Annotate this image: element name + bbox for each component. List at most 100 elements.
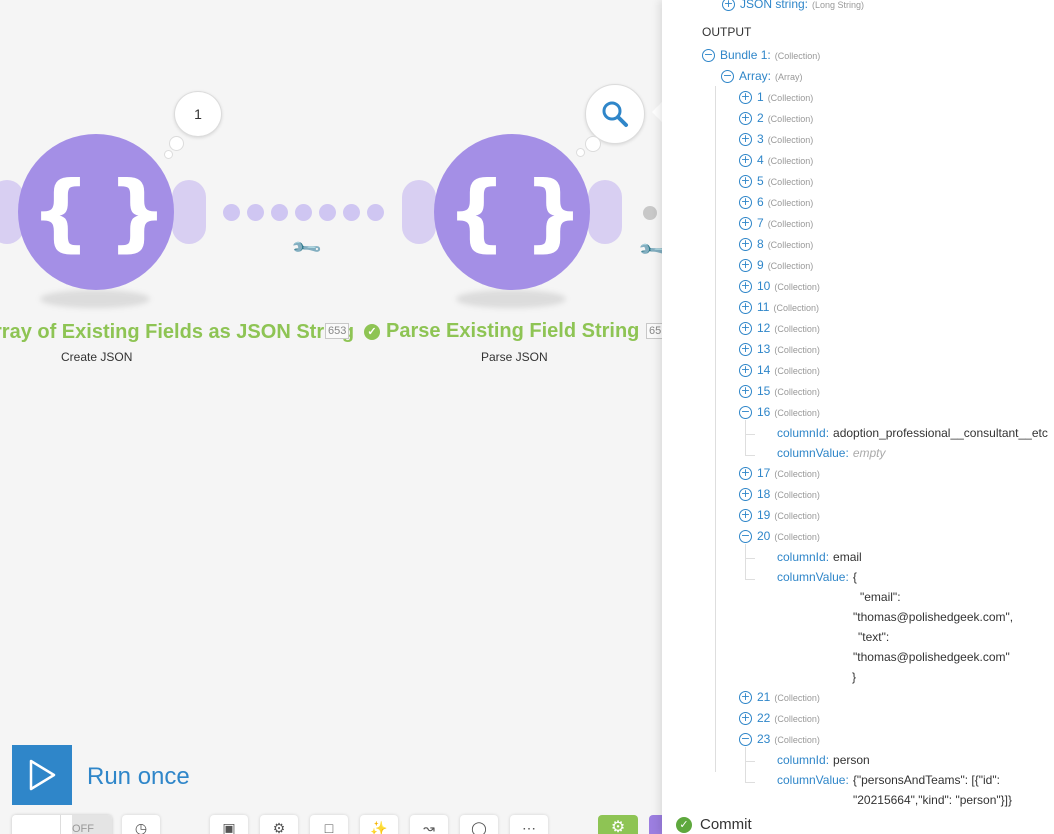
array-item-expanded[interactable]: −20 (Collection) xyxy=(739,529,820,544)
module-2-title-text: Parse Existing Field String xyxy=(386,320,640,342)
array-item[interactable]: +7 (Collection) xyxy=(739,216,813,231)
array-item[interactable]: +5 (Collection) xyxy=(739,174,813,189)
expand-icon: + xyxy=(739,132,752,147)
expand-icon: + xyxy=(739,258,752,273)
output-inspector-panel[interactable]: + JSON string: (Long String) OUTPUT − Bundl… xyxy=(662,0,1054,834)
flow-icon[interactable]: ↝ xyxy=(410,815,448,834)
column-value-row[interactable]: columnValue: empty xyxy=(777,446,886,460)
array-item[interactable]: +13 (Collection) xyxy=(739,342,820,357)
array-row[interactable]: − Array: (Array) xyxy=(721,69,803,84)
column-id-row[interactable]: columnId: email xyxy=(777,550,862,564)
json-value-line: "text": xyxy=(858,630,890,644)
input-json-string-row[interactable]: + JSON string: (Long String) xyxy=(722,0,864,12)
array-item[interactable]: +15 (Collection) xyxy=(739,384,820,399)
auto-align-icon[interactable]: ✨ xyxy=(360,815,398,834)
success-check-icon: ✓ xyxy=(364,323,380,340)
bubble-tail-large xyxy=(169,136,184,151)
array-item[interactable]: +4 (Collection) xyxy=(739,153,813,168)
column-value-row[interactable]: columnValue:{ xyxy=(777,570,857,584)
array-item[interactable]: +1 (Collection) xyxy=(739,90,813,105)
tools-gear-icon[interactable]: ⚙ xyxy=(598,815,638,834)
gear-icon[interactable]: ⚙ xyxy=(260,815,298,834)
help-icon[interactable]: ◯ xyxy=(460,815,498,834)
expand-icon: + xyxy=(739,279,752,294)
bubble-tail-small xyxy=(164,150,173,159)
tree-guide-h xyxy=(745,579,755,580)
module-1-right-handle[interactable] xyxy=(172,180,206,244)
bundle-row[interactable]: − Bundle 1: (Collection) xyxy=(702,48,820,63)
expand-icon: + xyxy=(739,90,752,105)
module-1-title[interactable]: rray of Existing Fields as JSON String xyxy=(0,321,354,344)
inspect-output-bubble[interactable] xyxy=(585,84,645,144)
json-value-line: "thomas@polishedgeek.com", xyxy=(853,610,1014,624)
run-once-label[interactable]: Run once xyxy=(87,763,190,791)
route-dot xyxy=(343,204,360,221)
array-item[interactable]: +18 (Collection) xyxy=(739,487,820,502)
module-create-json[interactable]: { } xyxy=(18,134,174,290)
route-dot-gray xyxy=(643,206,657,220)
run-once-button[interactable] xyxy=(12,745,72,805)
tree-guide-h xyxy=(745,558,755,559)
bubble-tail-small xyxy=(576,148,585,157)
json-braces-icon: { } xyxy=(30,163,168,261)
scheduling-toggle[interactable]: OFF xyxy=(12,815,112,834)
panel-pointer xyxy=(652,102,662,122)
module-2-left-handle[interactable] xyxy=(402,180,436,244)
module-1-shadow xyxy=(40,290,150,308)
module-2-right-handle[interactable] xyxy=(588,180,622,244)
array-item[interactable]: +9 (Collection) xyxy=(739,258,813,273)
route-dot xyxy=(247,204,264,221)
expand-icon: + xyxy=(739,174,752,189)
magnifier-icon xyxy=(602,101,628,127)
bubble-tail-large xyxy=(585,136,601,152)
expand-icon: + xyxy=(739,508,752,523)
column-id-row[interactable]: columnId: adoption_professional__consulta… xyxy=(777,426,1048,440)
array-item[interactable]: +11 (Collection) xyxy=(739,300,819,315)
toggle-off-label: OFF xyxy=(72,815,112,834)
array-item[interactable]: +14 (Collection) xyxy=(739,363,820,378)
route-settings-wrench-icon[interactable]: 🔧 xyxy=(289,231,324,265)
array-item-expanded[interactable]: −23 (Collection) xyxy=(739,732,820,747)
play-icon xyxy=(29,759,56,791)
toggle-knob xyxy=(12,815,61,834)
module-2-title[interactable]: ✓ Parse Existing Field String xyxy=(364,320,639,343)
route-dot xyxy=(367,204,384,221)
tree-guide-h xyxy=(745,455,755,456)
module-2-shadow xyxy=(456,290,566,308)
array-item[interactable]: +6 (Collection) xyxy=(739,195,813,210)
execution-count-bubble[interactable]: 1 xyxy=(174,91,222,137)
save-icon[interactable]: ▣ xyxy=(210,815,248,834)
clock-icon[interactable]: ◷ xyxy=(122,815,160,834)
array-item[interactable]: +17 (Collection) xyxy=(739,466,820,481)
tree-guide-h xyxy=(745,761,755,762)
expand-icon: + xyxy=(739,300,752,315)
array-item[interactable]: +12 (Collection) xyxy=(739,321,820,336)
array-item[interactable]: +10 (Collection) xyxy=(739,279,820,294)
module-1-subtitle: Create JSON xyxy=(61,350,133,364)
route-dot xyxy=(223,204,240,221)
array-item-expanded[interactable]: −16 (Collection) xyxy=(739,405,820,420)
array-item[interactable]: +19 (Collection) xyxy=(739,508,820,523)
route-dot xyxy=(295,204,312,221)
module-1-operation-count: 653 xyxy=(325,323,350,339)
collapse-icon: − xyxy=(702,48,715,63)
more-icon[interactable]: ⋯ xyxy=(510,815,548,834)
expand-icon: + xyxy=(739,363,752,378)
array-item[interactable]: +22 (Collection) xyxy=(739,711,820,726)
tree-guide-h xyxy=(745,434,755,435)
expand-icon: + xyxy=(739,384,752,399)
expand-icon: + xyxy=(739,690,752,705)
json-braces-icon: { } xyxy=(446,163,584,261)
array-item[interactable]: +21 (Collection) xyxy=(739,690,820,705)
array-item[interactable]: +8 (Collection) xyxy=(739,237,813,252)
array-item[interactable]: +2 (Collection) xyxy=(739,111,813,126)
expand-icon: + xyxy=(739,153,752,168)
notes-icon[interactable]: □ xyxy=(310,815,348,834)
expand-icon: + xyxy=(739,711,752,726)
array-item[interactable]: +3 (Collection) xyxy=(739,132,813,147)
module-parse-json[interactable]: { } xyxy=(434,134,590,290)
tree-guide-item20 xyxy=(745,544,746,580)
commit-label: Commit xyxy=(700,816,752,833)
column-id-row[interactable]: columnId: person xyxy=(777,753,870,767)
column-value-row[interactable]: columnValue: {"personsAndTeams": [{"id": xyxy=(777,773,1000,787)
